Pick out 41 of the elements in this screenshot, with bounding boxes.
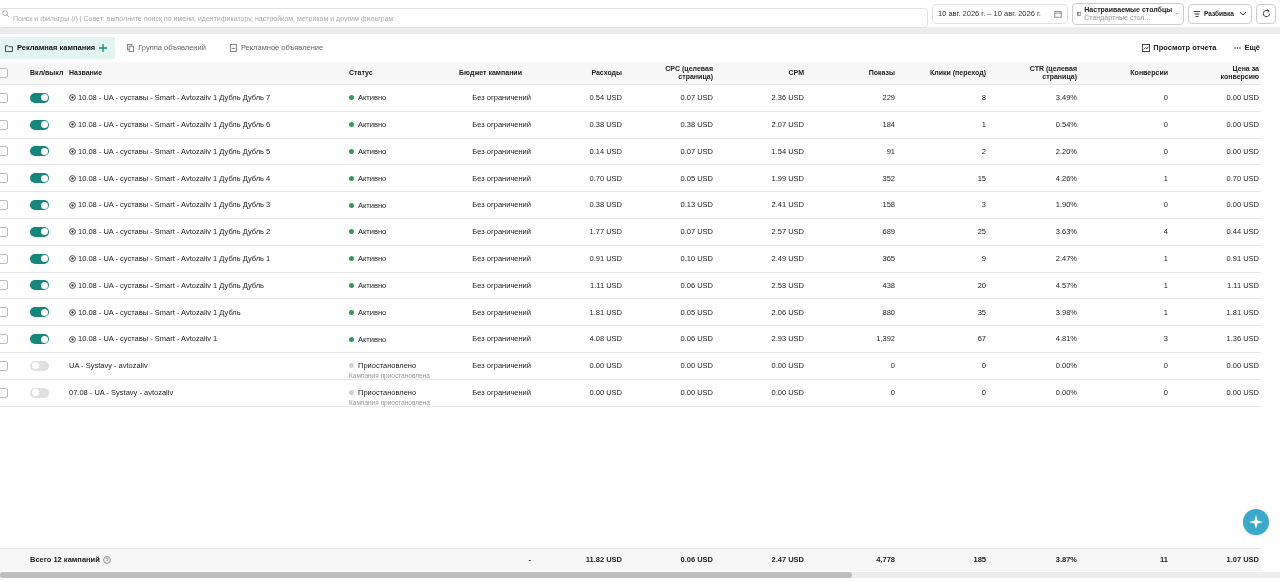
toggle-switch[interactable]	[30, 307, 49, 318]
toggle-switch[interactable]	[30, 146, 49, 157]
document-icon	[229, 44, 237, 52]
refresh-button[interactable]	[1256, 3, 1276, 24]
toggle-switch[interactable]	[30, 119, 49, 130]
row-checkbox[interactable]	[0, 387, 8, 398]
toggle-switch[interactable]	[30, 387, 49, 398]
folder-icon	[5, 44, 13, 52]
row-checkbox[interactable]	[0, 280, 8, 291]
toggle-switch[interactable]	[30, 92, 49, 103]
sparkle-icon	[1249, 515, 1263, 529]
row-checkbox[interactable]	[0, 253, 8, 264]
chevron-down-icon	[1239, 11, 1247, 16]
calendar-icon	[1054, 9, 1062, 18]
select-all-checkbox[interactable]	[0, 68, 8, 78]
report-icon	[1142, 44, 1151, 52]
toggle-switch[interactable]	[30, 173, 49, 184]
row-checkbox[interactable]	[0, 226, 8, 237]
scrollbar-thumb[interactable]	[0, 572, 852, 578]
row-checkbox[interactable]	[0, 146, 8, 157]
toggle-switch[interactable]	[30, 360, 49, 371]
assistant-button[interactable]	[1243, 509, 1269, 535]
help-icon	[102, 556, 111, 564]
plus-icon	[99, 44, 108, 52]
row-checkbox[interactable]	[0, 173, 8, 184]
toggle-switch[interactable]	[30, 334, 49, 345]
toggle-switch[interactable]	[30, 253, 49, 264]
row-checkbox[interactable]	[0, 200, 8, 211]
row-checkbox[interactable]	[0, 334, 8, 345]
columns-icon	[1077, 9, 1082, 18]
toggle-switch[interactable]	[30, 280, 49, 291]
layers-icon	[1193, 9, 1201, 18]
copy-icon	[127, 44, 135, 52]
refresh-icon	[1261, 9, 1271, 18]
toggle-switch[interactable]	[30, 226, 49, 237]
row-checkbox[interactable]	[0, 307, 8, 318]
row-checkbox[interactable]	[0, 92, 8, 103]
row-checkbox[interactable]	[0, 119, 8, 130]
toggle-switch[interactable]	[30, 200, 49, 211]
row-checkbox[interactable]	[0, 360, 8, 371]
search-icon	[2, 9, 10, 18]
